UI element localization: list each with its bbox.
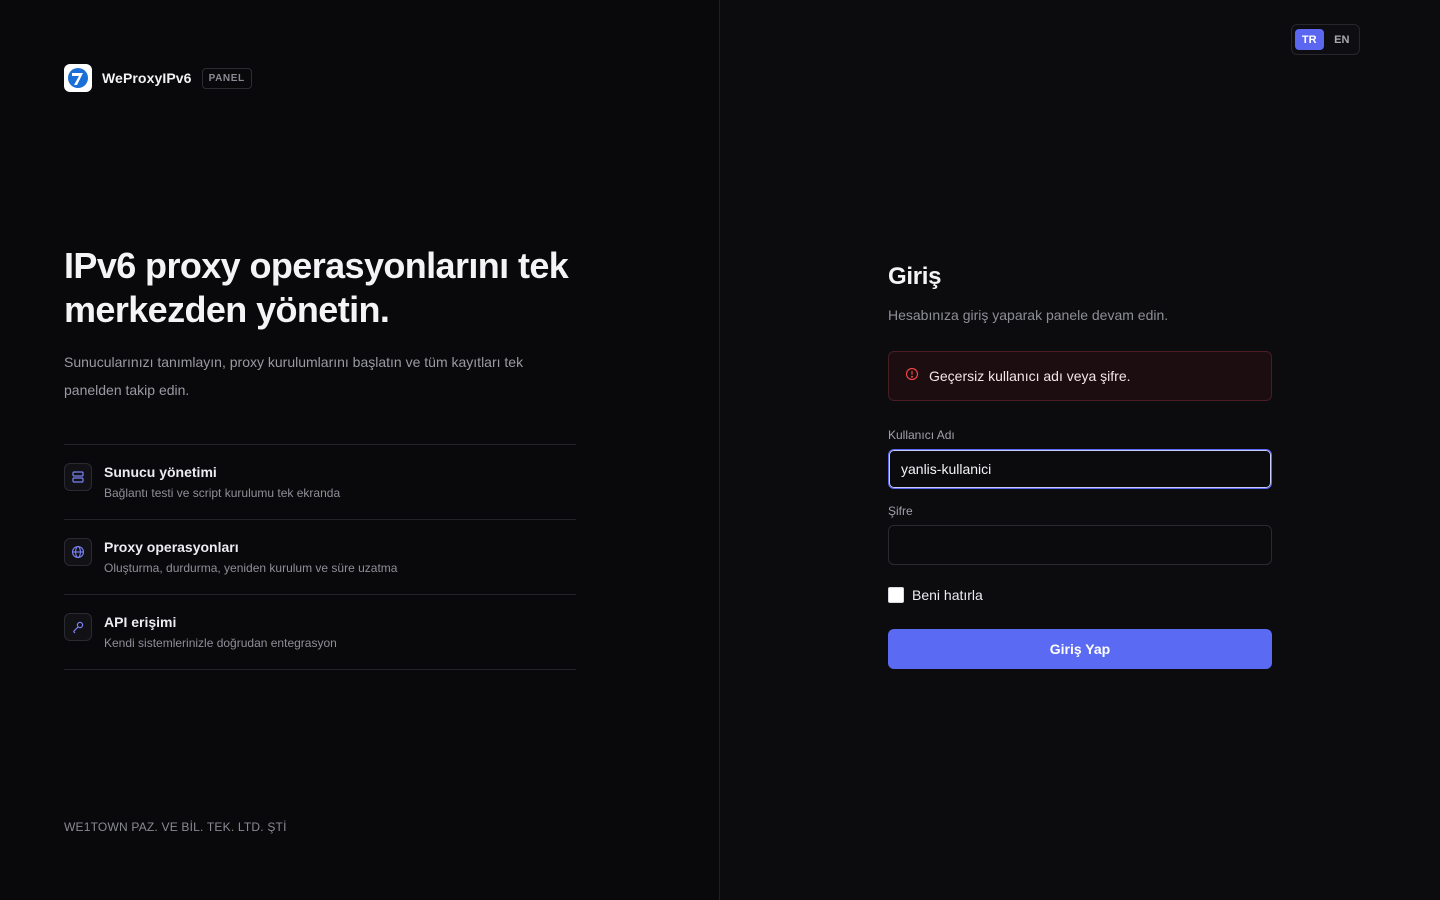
username-label: Kullanıcı Adı [888,428,955,442]
company-footer: WE1TOWN PAZ. VE BİL. TEK. LTD. ŞTİ [64,820,287,834]
feature-list: Sunucu yönetimi Bağlantı testi ve script… [64,444,576,670]
remember-me[interactable]: Beni hatırla [888,587,1272,603]
feature-title: Proxy operasyonları [104,539,239,555]
server-icon [64,463,92,491]
brand-name: WeProxyIPv6 [102,70,192,86]
brand-tag: PANEL [201,67,252,89]
feature-item-proxy: Proxy operasyonları Oluşturma, durdurma,… [64,520,576,595]
remember-checkbox[interactable] [888,587,904,603]
feature-subtitle: Kendi sistemlerinizle doğrudan entegrasy… [104,636,337,650]
error-alert: Geçersiz kullanıcı adı veya şifre. [888,351,1272,401]
login-title: Giriş [888,263,942,290]
language-tr-button[interactable]: TR [1295,29,1324,50]
key-icon [64,613,92,641]
password-input[interactable] [888,525,1272,565]
login-form: Giriş Hesabınıza giriş yaparak panele de… [888,260,1272,669]
feature-item-server: Sunucu yönetimi Bağlantı testi ve script… [64,445,576,520]
feature-item-api: API erişimi Kendi sistemlerinizle doğrud… [64,595,576,670]
username-input[interactable] [888,449,1272,489]
password-label: Şifre [888,504,913,518]
hero-description: Sunucularınızı tanımlayın, proxy kurulum… [64,354,524,398]
remember-label[interactable]: Beni hatırla [912,587,983,603]
brand-logo-icon [64,64,92,92]
language-en-button[interactable]: EN [1328,29,1357,50]
feature-title: Sunucu yönetimi [104,464,217,480]
left-panel: WeProxyIPv6 PANEL IPv6 proxy operasyonla… [0,0,720,900]
feature-subtitle: Oluşturma, durdurma, yeniden kurulum ve … [104,561,398,575]
globe-icon [64,538,92,566]
alert-circle-icon [905,367,919,381]
hero-title: IPv6 proxy operasyonlarını tek merkezden… [64,245,569,330]
feature-subtitle: Bağlantı testi ve script kurulumu tek ek… [104,486,341,500]
language-switcher: TR EN [1291,24,1360,55]
brand[interactable]: WeProxyIPv6 PANEL [64,64,252,92]
right-panel: TR EN Giriş Hesabınıza giriş yaparak pan… [720,0,1440,900]
feature-title: API erişimi [104,614,177,630]
login-submit-button[interactable]: Giriş Yap [888,629,1272,669]
error-message: Geçersiz kullanıcı adı veya şifre. [929,368,1131,384]
login-subtitle: Hesabınıza giriş yaparak panele devam ed… [888,307,1169,323]
